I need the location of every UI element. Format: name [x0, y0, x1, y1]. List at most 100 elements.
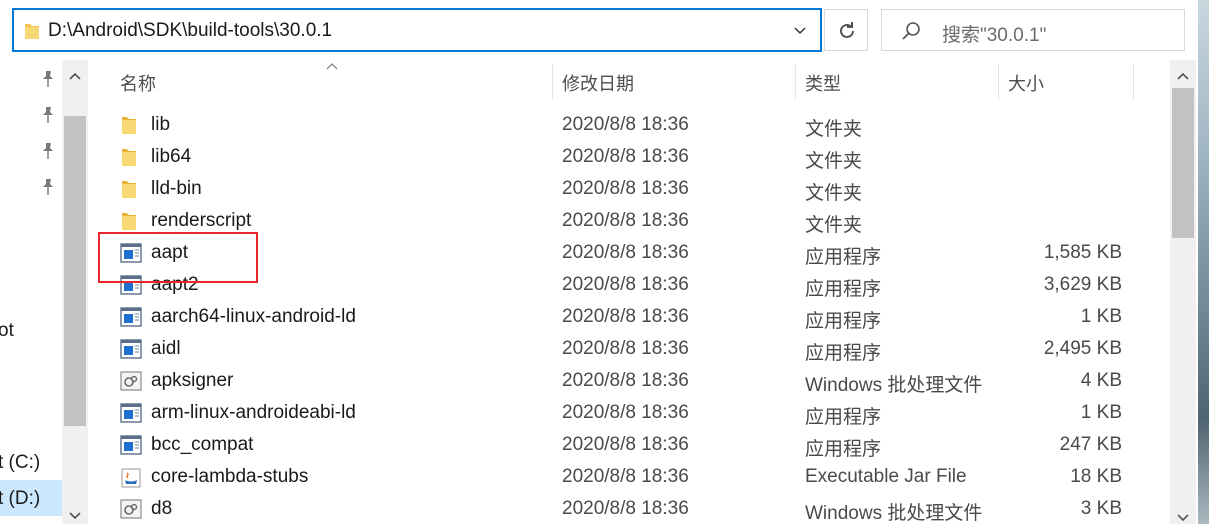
file-size: 4 KB	[1080, 370, 1122, 391]
pin-icon[interactable]	[40, 70, 56, 93]
file-type: Windows 批处理文件	[805, 375, 983, 396]
file-date: 2020/8/8 18:36	[562, 146, 689, 167]
file-type: 文件夹	[805, 183, 863, 204]
search-box[interactable]: 搜索"30.0.1"	[881, 9, 1185, 51]
folder-icon	[24, 22, 40, 45]
column-header-type[interactable]: 类型	[805, 60, 841, 100]
annotation-highlight-box	[98, 232, 258, 283]
folder-icon	[120, 115, 138, 141]
file-row[interactable]: lld-bin 2020/8/8 18:36 文件夹	[90, 173, 1170, 205]
folder-icon	[120, 179, 138, 205]
file-name[interactable]: lld-bin	[151, 178, 202, 200]
column-header-date[interactable]: 修改日期	[562, 60, 634, 100]
refresh-button[interactable]	[824, 9, 868, 51]
file-name[interactable]: core-lambda-stubs	[151, 466, 308, 488]
file-row[interactable]: lib 2020/8/8 18:36 文件夹	[90, 109, 1170, 141]
refresh-icon	[840, 22, 854, 38]
pin-icon[interactable]	[40, 106, 56, 129]
scroll-down-icon[interactable]	[69, 508, 81, 526]
pin-icon[interactable]	[40, 142, 56, 165]
file-date: 2020/8/8 18:36	[562, 498, 689, 519]
file-date: 2020/8/8 18:36	[562, 434, 689, 455]
file-size: 3,629 KB	[1043, 274, 1122, 295]
file-date: 2020/8/8 18:36	[562, 114, 689, 135]
search-icon	[900, 20, 922, 47]
nav-item-drive-c[interactable]: t (C:)	[0, 452, 40, 474]
file-name[interactable]: bcc_compat	[151, 434, 253, 456]
sort-ascending-icon	[325, 58, 339, 76]
column-divider[interactable]	[998, 64, 999, 100]
file-list: 名称 修改日期 类型 大小 lib 2020/8/8 18:36 文件夹 lib64 2…	[90, 60, 1198, 524]
file-date: 2020/8/8 18:36	[562, 466, 689, 487]
file-type: 应用程序	[805, 279, 882, 300]
column-divider[interactable]	[795, 64, 796, 100]
file-row[interactable]: arm-linux-androideabi-ld 2020/8/8 18:36 应用…	[90, 397, 1170, 429]
scroll-down-icon[interactable]	[1177, 510, 1189, 528]
file-date: 2020/8/8 18:36	[562, 210, 689, 231]
column-divider[interactable]	[552, 64, 553, 100]
nav-item-label[interactable]: ot	[0, 320, 14, 342]
file-type: Windows 批处理文件	[805, 503, 983, 524]
navigation-pane: ot t (C:) t (D:)	[0, 60, 90, 524]
batch-file-icon	[120, 371, 142, 397]
file-type: 文件夹	[805, 215, 863, 236]
file-name[interactable]: lib64	[151, 146, 191, 168]
scrollbar-thumb[interactable]	[1172, 88, 1194, 238]
scroll-up-icon[interactable]	[1177, 68, 1189, 86]
column-divider[interactable]	[1133, 64, 1134, 100]
file-row[interactable]: aarch64-linux-android-ld 2020/8/8 18:36 应用…	[90, 301, 1170, 333]
nav-item-drive-d[interactable]: t (D:)	[0, 488, 40, 510]
column-header-size[interactable]: 大小	[1008, 60, 1044, 100]
file-date: 2020/8/8 18:36	[562, 178, 689, 199]
file-date: 2020/8/8 18:36	[562, 274, 689, 295]
file-date: 2020/8/8 18:36	[562, 338, 689, 359]
file-type: Executable Jar File	[805, 466, 967, 487]
toolbar: D:\Android\SDK\build-tools\30.0.1 搜索"30.…	[0, 0, 1209, 60]
file-type: 应用程序	[805, 343, 882, 364]
scrollbar-thumb[interactable]	[64, 116, 86, 426]
background-wallpaper-edge	[1198, 0, 1209, 524]
file-name[interactable]: lib	[151, 114, 170, 136]
batch-file-icon	[120, 499, 142, 525]
file-row[interactable]: lib64 2020/8/8 18:36 文件夹	[90, 141, 1170, 173]
column-header-name[interactable]: 名称	[120, 60, 156, 100]
file-name[interactable]: aarch64-linux-android-ld	[151, 306, 356, 328]
file-row[interactable]: d8 2020/8/8 18:36 Windows 批处理文件 3 KB	[90, 493, 1170, 525]
file-date: 2020/8/8 18:36	[562, 402, 689, 423]
nav-scrollbar[interactable]	[62, 60, 88, 524]
file-name[interactable]: d8	[151, 498, 172, 520]
file-name[interactable]: arm-linux-androideabi-ld	[151, 402, 356, 424]
file-type: 应用程序	[805, 247, 882, 268]
file-name[interactable]: apksigner	[151, 370, 233, 392]
file-list-scrollbar[interactable]	[1170, 60, 1196, 524]
exe-icon	[120, 403, 142, 429]
file-type: 文件夹	[805, 151, 863, 172]
file-size: 18 KB	[1070, 466, 1122, 487]
exe-icon	[120, 339, 142, 365]
folder-icon	[120, 147, 138, 173]
file-type: 文件夹	[805, 119, 863, 140]
file-type: 应用程序	[805, 407, 882, 428]
file-size: 1,585 KB	[1043, 242, 1122, 263]
file-size: 1 KB	[1080, 402, 1122, 423]
search-placeholder[interactable]: 搜索"30.0.1"	[942, 20, 1046, 47]
address-path[interactable]: D:\Android\SDK\build-tools\30.0.1	[48, 20, 332, 42]
exe-icon	[120, 307, 142, 333]
file-date: 2020/8/8 18:36	[562, 306, 689, 327]
file-row[interactable]: bcc_compat 2020/8/8 18:36 应用程序 247 KB	[90, 429, 1170, 461]
file-name[interactable]: renderscript	[151, 210, 251, 232]
file-row[interactable]: apksigner 2020/8/8 18:36 Windows 批处理文件 4 KB	[90, 365, 1170, 397]
file-size: 3 KB	[1080, 498, 1122, 519]
file-row[interactable]: aidl 2020/8/8 18:36 应用程序 2,495 KB	[90, 333, 1170, 365]
file-size: 247 KB	[1059, 434, 1122, 455]
file-name[interactable]: aidl	[151, 338, 181, 360]
file-size: 2,495 KB	[1043, 338, 1122, 359]
chevron-down-icon[interactable]	[792, 22, 808, 43]
file-row[interactable]: core-lambda-stubs 2020/8/8 18:36 Executabl…	[90, 461, 1170, 493]
scroll-up-icon[interactable]	[69, 68, 81, 86]
file-type: 应用程序	[805, 311, 882, 332]
jar-file-icon	[120, 467, 142, 495]
address-bar[interactable]: D:\Android\SDK\build-tools\30.0.1	[12, 8, 822, 52]
pin-icon[interactable]	[40, 178, 56, 201]
file-date: 2020/8/8 18:36	[562, 242, 689, 263]
